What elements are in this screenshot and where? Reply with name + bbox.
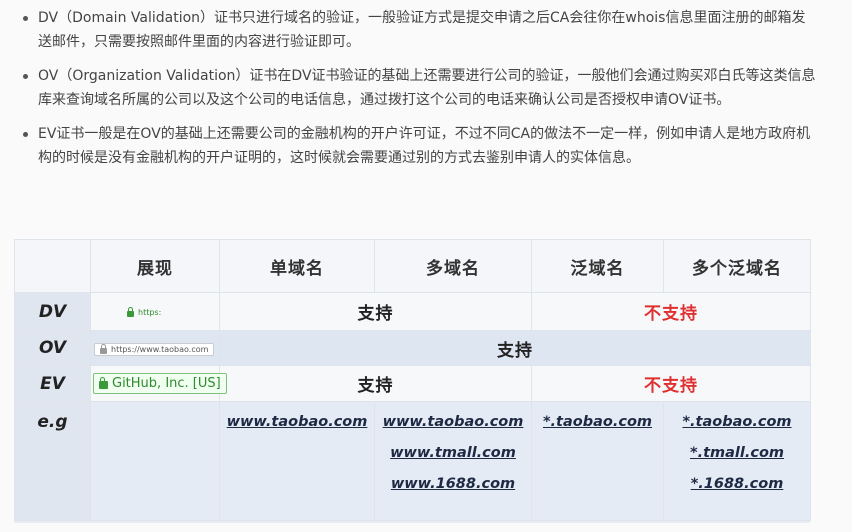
- ov-support: 支持: [219, 330, 811, 366]
- eg-domain: *.taobao.com: [542, 414, 653, 430]
- ev-nosupport: 不支持: [531, 365, 811, 402]
- header-wildcard: 泛域名: [531, 239, 664, 293]
- display-cell-ev: GitHub, Inc. [US]: [90, 365, 227, 402]
- header-multi-wildcard: 多个泛域名: [663, 239, 811, 293]
- display-cell-dv: https:: [90, 292, 220, 331]
- ov-badge-text: https://www.taobao.com: [111, 344, 209, 354]
- row-label-ev: EV: [14, 365, 91, 402]
- dv-support: 支持: [219, 292, 532, 331]
- dv-badge-text: https:: [138, 308, 162, 317]
- eg-domain: www.tmall.com: [390, 445, 516, 461]
- ev-badge-text: GitHub, Inc. [US]: [112, 376, 221, 391]
- eg-display-empty: [90, 401, 220, 521]
- bullet-text: EV证书一般是在OV的基础上还需要公司的金融机构的开户许可证，不过不同CA的做法…: [38, 126, 811, 166]
- bullet-ov: OV（Organization Validation）证书在DV证书验证的基础上…: [0, 64, 852, 112]
- eg-domain: www.taobao.com: [226, 414, 368, 430]
- display-cell-ov: https://www.taobao.com: [90, 330, 220, 366]
- bullet-dot-icon: [23, 16, 28, 21]
- eg-wildcard: *.taobao.com: [531, 401, 664, 521]
- bullet-ev: EV证书一般是在OV的基础上还需要公司的金融机构的开户许可证，不过不同CA的做法…: [0, 122, 852, 170]
- bullet-text: DV（Domain Validation）证书只进行域名的验证，一般验证方式是提…: [38, 10, 806, 50]
- table-row-ov: OV https://www.taobao.com 支持: [14, 330, 811, 366]
- eg-multi-wildcard: *.taobao.com *.tmall.com *.1688.com: [663, 401, 811, 521]
- lock-icon: [99, 377, 108, 389]
- header-multi-domain: 多域名: [374, 239, 532, 293]
- row-label-ov: OV: [14, 330, 91, 366]
- dv-nosupport: 不支持: [531, 292, 811, 331]
- eg-domain: *.taobao.com: [682, 414, 792, 430]
- eg-domain: www.1688.com: [390, 476, 516, 492]
- table-header-row: 展现 单域名 多域名 泛域名 多个泛域名: [14, 239, 811, 293]
- ev-support: 支持: [219, 365, 532, 402]
- eg-domain: *.tmall.com: [689, 445, 785, 461]
- eg-single-domain: www.taobao.com: [219, 401, 375, 521]
- header-corner: [14, 239, 91, 293]
- page: DV（Domain Validation）证书只进行域名的验证，一般验证方式是提…: [0, 0, 852, 532]
- eg-domain: *.1688.com: [690, 476, 784, 492]
- dv-address-bar: https:: [121, 306, 167, 319]
- lock-icon: [100, 343, 107, 354]
- bullet-dot-icon: [23, 74, 28, 79]
- table-row-ev: EV GitHub, Inc. [US] 支持 不支持: [14, 365, 811, 402]
- bullet-list: DV（Domain Validation）证书只进行域名的验证，一般验证方式是提…: [0, 6, 852, 180]
- bullet-text: OV（Organization Validation）证书在DV证书验证的基础上…: [38, 68, 816, 108]
- bullet-dot-icon: [23, 132, 28, 137]
- row-label-dv: DV: [14, 292, 91, 331]
- eg-domain: www.taobao.com: [382, 414, 524, 430]
- row-label-eg: e.g: [14, 401, 91, 521]
- table-row-eg: e.g www.taobao.com www.taobao.com www.tm…: [14, 401, 811, 521]
- ev-address-bar: GitHub, Inc. [US]: [93, 373, 227, 394]
- ov-address-bar: https://www.taobao.com: [94, 342, 215, 356]
- certificate-comparison-table: 展现 单域名 多域名 泛域名 多个泛域名 DV https: 支持 不支持 OV…: [14, 239, 811, 523]
- table-row-dv: DV https: 支持 不支持: [14, 292, 811, 331]
- eg-multi-domain: www.taobao.com www.tmall.com www.1688.co…: [374, 401, 532, 521]
- header-single-domain: 单域名: [219, 239, 375, 293]
- lock-icon: [127, 307, 134, 317]
- bullet-dv: DV（Domain Validation）证书只进行域名的验证，一般验证方式是提…: [0, 6, 852, 54]
- header-display: 展现: [90, 239, 220, 293]
